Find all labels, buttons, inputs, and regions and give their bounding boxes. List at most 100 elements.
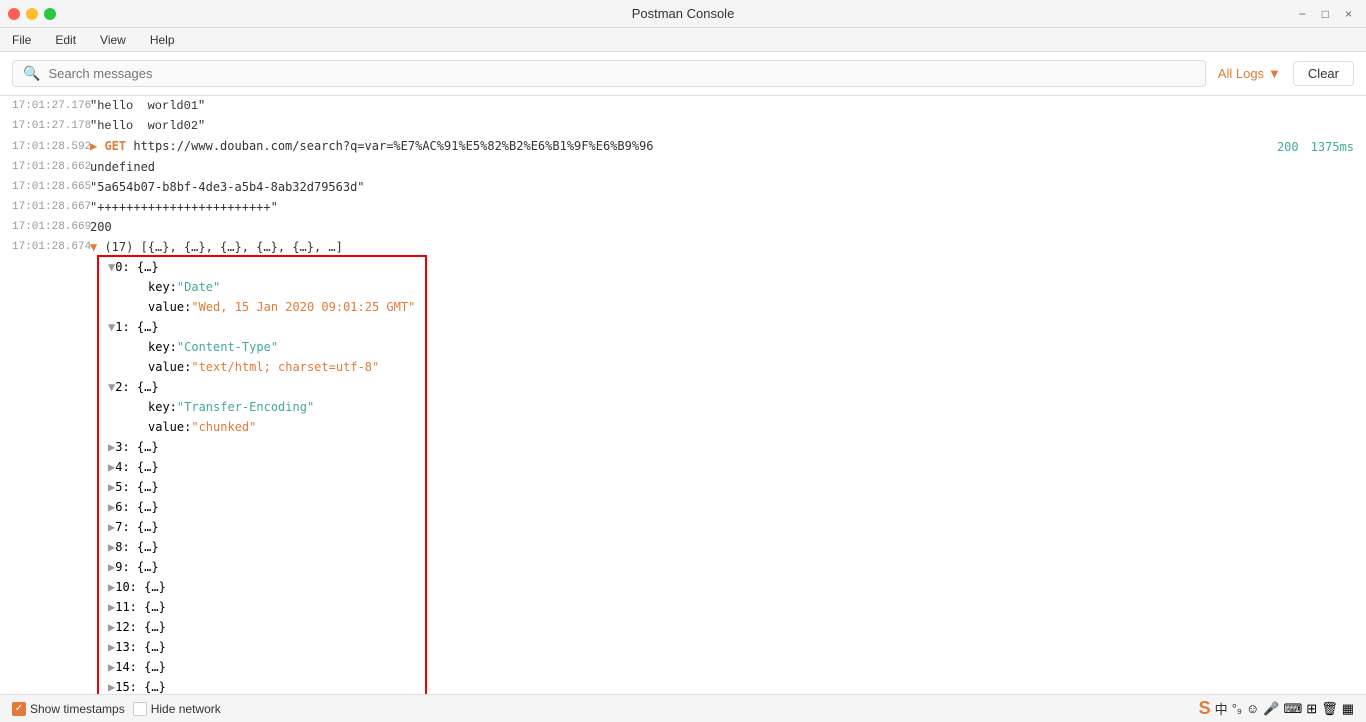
tree-item-13: ▶ 13: {…} <box>0 637 1366 657</box>
tree-item-8-label: 8: {…} <box>115 538 158 556</box>
tray-icons: S 中 °₉ ☺ 🎤 ⌨ ⊞ 🗑 ▦ <box>1199 698 1354 719</box>
window-title: Postman Console <box>632 6 735 21</box>
tree-root-summary: (17) [{…}, {…}, {…}, {…}, {…}, …] <box>104 240 342 254</box>
tray-icon-grid[interactable]: ⊞ <box>1306 701 1317 717</box>
close-button[interactable] <box>8 8 20 20</box>
log-request-line: 17:01:28.592 ▶ GET https://www.douban.co… <box>0 136 1366 157</box>
tree-item-7-label: 7: {…} <box>115 518 158 536</box>
hide-network-text: Hide network <box>151 702 221 716</box>
tree-item-8: ▶ 8: {…} <box>0 537 1366 557</box>
tree-item-0: ▼ 0: {…} <box>0 257 1366 277</box>
tree-item-6-label: 6: {…} <box>115 498 158 516</box>
tree-item-0-label: 0: {…} <box>115 258 158 276</box>
menu-file[interactable]: File <box>8 31 35 49</box>
hide-network-label[interactable]: Hide network <box>133 702 221 716</box>
log-content: 200 <box>90 218 1366 236</box>
tree-item-6-expand-icon[interactable]: ▶ <box>108 498 115 516</box>
tree-root-line: 17:01:28.674 ▼ (17) [{…}, {…}, {…}, {…},… <box>0 237 1366 257</box>
http-method: GET <box>104 139 126 153</box>
hide-network-checkbox[interactable] <box>133 702 147 716</box>
win-close-btn[interactable]: × <box>1339 5 1358 23</box>
tree-item-3: ▶ 3: {…} <box>0 437 1366 457</box>
log-line: 17:01:27.176 "hello world01" <box>0 96 1366 116</box>
tree-item-0-value: value: "Wed, 15 Jan 2020 09:01:25 GMT" <box>0 297 1366 317</box>
tree-item-0-key-value: "Date" <box>177 278 220 296</box>
method-get-icon: ▶ <box>90 139 104 153</box>
tree-item-2-key: key: "Transfer-Encoding" <box>0 397 1366 417</box>
log-line: 17:01:28.665 "5a654b07-b8bf-4de3-a5b4-8a… <box>0 177 1366 197</box>
tree-item-3-expand-icon[interactable]: ▶ <box>108 438 115 456</box>
tree-expand-icon[interactable]: ▼ <box>90 240 104 254</box>
tree-item-13-expand-icon[interactable]: ▶ <box>108 638 115 656</box>
menu-help[interactable]: Help <box>146 31 179 49</box>
tree-item-9: ▶ 9: {…} <box>0 557 1366 577</box>
status-code: 200 <box>1277 138 1299 156</box>
tree-item-15-expand-icon[interactable]: ▶ <box>108 678 115 694</box>
tree-item-7-expand-icon[interactable]: ▶ <box>108 518 115 536</box>
tree-item-10-expand-icon[interactable]: ▶ <box>108 578 115 596</box>
tree-item-1-key-value: "Content-Type" <box>177 338 278 356</box>
tree-item-13-label: 13: {…} <box>115 638 166 656</box>
tree-item-12: ▶ 12: {…} <box>0 617 1366 637</box>
timestamp: 17:01:28.669 <box>0 218 90 236</box>
all-logs-button[interactable]: All Logs ▼ <box>1218 66 1281 81</box>
menu-edit[interactable]: Edit <box>51 31 80 49</box>
minimize-button[interactable] <box>26 8 38 20</box>
status-bar: ✓ Show timestamps Hide network S 中 °₉ ☺ … <box>0 694 1366 722</box>
tree-item-1: ▼ 1: {…} <box>0 317 1366 337</box>
search-input[interactable] <box>48 66 1194 81</box>
request-meta: 200 1375ms <box>1277 138 1354 156</box>
tree-item-15-label: 15: {…} <box>115 678 166 694</box>
tree-item-11: ▶ 11: {…} <box>0 597 1366 617</box>
tree-item-9-label: 9: {…} <box>115 558 158 576</box>
tree-item-0-value-str: "Wed, 15 Jan 2020 09:01:25 GMT" <box>191 298 415 316</box>
tray-icon-dot[interactable]: °₉ <box>1232 701 1242 716</box>
log-request-content: ▶ GET https://www.douban.com/search?q=va… <box>90 137 654 156</box>
tray-icon-smile[interactable]: ☺ <box>1246 701 1259 716</box>
tree-item-12-expand-icon[interactable]: ▶ <box>108 618 115 636</box>
tree-item-2-collapse-icon[interactable]: ▼ <box>108 378 115 396</box>
win-minimize-btn[interactable]: − <box>1293 5 1312 23</box>
tree-item-11-expand-icon[interactable]: ▶ <box>108 598 115 616</box>
tree-item-0-key-label: key: <box>148 278 177 296</box>
request-url: https://www.douban.com/search?q=var=%E7%… <box>133 139 653 153</box>
show-timestamps-label[interactable]: ✓ Show timestamps <box>12 702 125 716</box>
tree-item-5-expand-icon[interactable]: ▶ <box>108 478 115 496</box>
tray-icon-mic[interactable]: 🎤 <box>1263 701 1279 717</box>
tray-icon-s[interactable]: S <box>1199 698 1211 719</box>
tree-item-4-expand-icon[interactable]: ▶ <box>108 458 115 476</box>
tree-item-8-expand-icon[interactable]: ▶ <box>108 538 115 556</box>
tree-root-content: ▼ (17) [{…}, {…}, {…}, {…}, {…}, …] <box>90 238 343 256</box>
tree-item-14-expand-icon[interactable]: ▶ <box>108 658 115 676</box>
log-content: "5a654b07-b8bf-4de3-a5b4-8ab32d79563d" <box>90 178 1366 196</box>
duration: 1375ms <box>1311 138 1354 156</box>
tree-item-0-value-label: value: <box>148 298 191 316</box>
tray-icon-settings[interactable]: ▦ <box>1342 701 1354 717</box>
tree-item-2-value-label: value: <box>148 418 191 436</box>
tray-icon-trash[interactable]: 🗑 <box>1321 701 1338 717</box>
toolbar: 🔍 All Logs ▼ Clear <box>0 52 1366 96</box>
title-bar: Postman Console − □ × <box>0 0 1366 28</box>
win-restore-btn[interactable]: □ <box>1316 5 1335 23</box>
tree-item-9-expand-icon[interactable]: ▶ <box>108 558 115 576</box>
show-timestamps-checkbox[interactable]: ✓ <box>12 702 26 716</box>
tree-item-2: ▼ 2: {…} <box>0 377 1366 397</box>
tree-item-12-label: 12: {…} <box>115 618 166 636</box>
tree-item-4-label: 4: {…} <box>115 458 158 476</box>
window-controls <box>8 8 56 20</box>
tree-item-10-label: 10: {…} <box>115 578 166 596</box>
tree-item-14-label: 14: {…} <box>115 658 166 676</box>
tree-item-1-collapse-icon[interactable]: ▼ <box>108 318 115 336</box>
maximize-button[interactable] <box>44 8 56 20</box>
tray-icon-keyboard[interactable]: ⌨ <box>1284 701 1303 717</box>
tree-item-14: ▶ 14: {…} <box>0 657 1366 677</box>
tree-item-1-value: value: "text/html; charset=utf-8" <box>0 357 1366 377</box>
console-area[interactable]: 17:01:27.176 "hello world01" 17:01:27.17… <box>0 96 1366 694</box>
tree-item-1-key-label: key: <box>148 338 177 356</box>
tree-item-0-collapse-icon[interactable]: ▼ <box>108 258 115 276</box>
timestamp: 17:01:27.176 <box>0 97 90 115</box>
tray-icon-cn[interactable]: 中 <box>1215 699 1228 718</box>
menu-view[interactable]: View <box>96 31 130 49</box>
tree-item-2-key-label: key: <box>148 398 177 416</box>
clear-button[interactable]: Clear <box>1293 61 1354 86</box>
